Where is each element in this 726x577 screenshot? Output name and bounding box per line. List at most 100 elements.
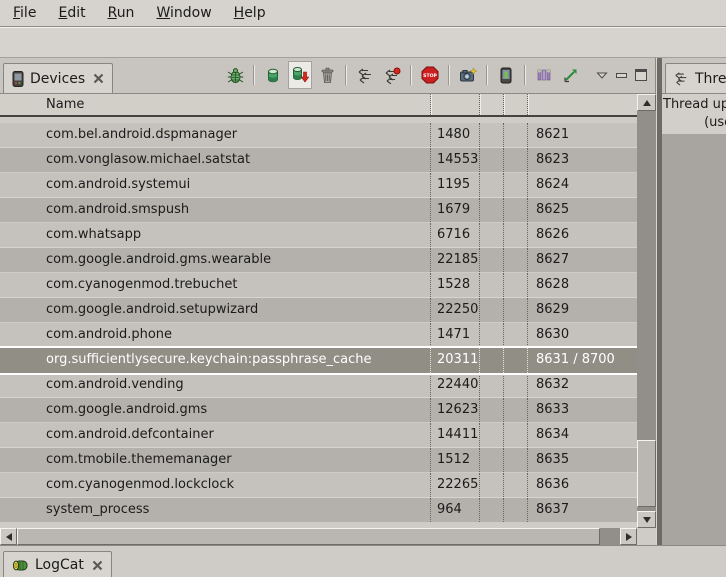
client-name-cell: com.vonglasow.michael.satstat bbox=[0, 148, 430, 172]
menu-help[interactable]: Help bbox=[223, 2, 277, 24]
client-port-cell: 8631 / 8700 bbox=[527, 348, 637, 373]
device-client-row[interactable]: com.android.smspush 1679 8625 bbox=[0, 198, 637, 223]
client-name-cell: com.google.android.gms.wearable bbox=[0, 248, 430, 272]
client-col4-cell bbox=[503, 148, 527, 172]
scroll-left-button[interactable] bbox=[0, 528, 17, 545]
device-client-row[interactable]: system_process 964 8637 bbox=[0, 498, 637, 523]
minimize-icon[interactable] bbox=[616, 73, 627, 78]
dump-hprof-icon[interactable] bbox=[288, 61, 312, 89]
threads-message-area: Thread updates not enabled for selected … bbox=[662, 94, 726, 134]
client-port-cell: 8633 bbox=[527, 398, 637, 422]
device-client-row[interactable]: com.cyanogenmod.trebuchet 1528 8628 bbox=[0, 273, 637, 298]
vertical-scroll-thumb[interactable] bbox=[637, 440, 656, 507]
horizontal-scrollbar[interactable] bbox=[0, 528, 637, 545]
client-col3-cell bbox=[479, 248, 503, 272]
device-client-row[interactable]: com.tmobile.thememanager 1512 8635 bbox=[0, 448, 637, 473]
scroll-right-button[interactable] bbox=[620, 528, 637, 545]
tab-threads-label: Threads bbox=[695, 71, 726, 87]
device-client-row[interactable]: com.android.systemui 1195 8624 bbox=[0, 173, 637, 198]
client-col4-cell bbox=[503, 398, 527, 422]
client-port-cell: 8637 bbox=[527, 498, 637, 522]
device-client-row[interactable]: com.android.defcontainer 14411 8634 bbox=[0, 423, 637, 448]
device-client-row[interactable]: com.whatsapp 6716 8626 bbox=[0, 223, 637, 248]
toolbar-separator bbox=[253, 65, 255, 85]
debug-process-icon[interactable] bbox=[223, 61, 247, 89]
stop-label: STOP bbox=[423, 73, 437, 79]
client-port-cell: 8630 bbox=[527, 323, 637, 347]
client-pid-cell: 22250 bbox=[430, 298, 479, 322]
client-col4-cell bbox=[503, 223, 527, 247]
tab-logcat[interactable]: LogCat bbox=[3, 551, 112, 577]
client-name-cell: com.android.systemui bbox=[0, 173, 430, 197]
client-port-cell: 8623 bbox=[527, 148, 637, 172]
client-pid-cell: 22440 bbox=[430, 373, 479, 397]
column-header-3[interactable] bbox=[479, 94, 503, 115]
toolbar-separator bbox=[486, 65, 488, 85]
update-heap-icon[interactable] bbox=[261, 61, 285, 89]
client-col4-cell bbox=[503, 373, 527, 397]
client-col4-cell bbox=[503, 173, 527, 197]
tab-threads[interactable]: Threads bbox=[665, 63, 726, 93]
client-pid-cell: 1512 bbox=[430, 448, 479, 472]
scroll-down-button[interactable] bbox=[637, 511, 656, 528]
column-header-4[interactable] bbox=[503, 94, 527, 115]
right-arrow-icon bbox=[626, 533, 632, 541]
menu-file[interactable]: File bbox=[2, 2, 47, 24]
device-client-row[interactable]: com.google.android.setupwizard 22250 862… bbox=[0, 298, 637, 323]
threads-panel: Threads Thread updates not enabled for s… bbox=[662, 58, 726, 545]
start-opengl-trace-icon[interactable] bbox=[559, 61, 583, 89]
client-name-cell: com.tmobile.thememanager bbox=[0, 448, 430, 472]
device-client-row[interactable]: com.vonglasow.michael.satstat 14553 8623 bbox=[0, 148, 637, 173]
client-name-cell: com.google.android.setupwizard bbox=[0, 298, 430, 322]
tab-devices[interactable]: Devices bbox=[3, 63, 113, 93]
device-client-row[interactable]: com.cyanogenmod.lockclock 22265 8636 bbox=[0, 473, 637, 498]
capture-systrace-icon[interactable] bbox=[532, 61, 556, 89]
device-client-row[interactable]: com.google.android.gms.wearable 22185 86… bbox=[0, 248, 637, 273]
client-col3-cell bbox=[479, 273, 503, 297]
column-header-pid[interactable] bbox=[430, 94, 479, 115]
client-port-cell: 8629 bbox=[527, 298, 637, 322]
menu-window[interactable]: Window bbox=[145, 2, 222, 24]
toolbar-separator bbox=[345, 65, 347, 85]
left-arrow-icon bbox=[6, 533, 12, 541]
close-icon[interactable] bbox=[92, 560, 103, 571]
menu-edit[interactable]: Edit bbox=[47, 2, 96, 24]
client-pid-cell: 14411 bbox=[430, 423, 479, 447]
maximize-icon[interactable] bbox=[635, 69, 647, 81]
start-method-profiling-icon[interactable] bbox=[380, 61, 404, 89]
column-header-port[interactable] bbox=[527, 94, 637, 115]
client-port-cell: 8636 bbox=[527, 473, 637, 497]
column-header-name[interactable]: Name bbox=[0, 94, 430, 115]
device-client-row[interactable]: com.bel.android.dspmanager 1480 8621 bbox=[0, 123, 637, 148]
client-pid-cell: 1195 bbox=[430, 173, 479, 197]
stop-process-icon[interactable]: STOP bbox=[418, 61, 442, 89]
client-pid-cell: 22265 bbox=[430, 473, 479, 497]
dump-view-hierarchy-icon[interactable] bbox=[494, 61, 518, 89]
toolbar-separator bbox=[410, 65, 412, 85]
menu-run[interactable]: Run bbox=[97, 2, 146, 24]
device-client-row[interactable]: com.google.android.gms 12623 8633 bbox=[0, 398, 637, 423]
toolbar-separator bbox=[524, 65, 526, 85]
client-pid-cell: 12623 bbox=[430, 398, 479, 422]
horizontal-scroll-thumb[interactable] bbox=[17, 528, 600, 545]
cause-gc-icon[interactable] bbox=[315, 61, 339, 89]
view-menu-icon[interactable] bbox=[596, 71, 608, 80]
threads-message-line2: (use toolbar button to enable) bbox=[663, 114, 726, 132]
close-icon[interactable] bbox=[93, 73, 104, 84]
device-client-row[interactable]: com.android.vending 22440 8632 bbox=[0, 373, 637, 398]
scroll-up-button[interactable] bbox=[637, 94, 656, 111]
client-col3-cell bbox=[479, 373, 503, 397]
client-pid-cell: 1679 bbox=[430, 198, 479, 222]
client-pid-cell: 964 bbox=[430, 498, 479, 522]
client-col4-cell bbox=[503, 248, 527, 272]
devices-table: Name com.bel.android.dspmanager 1480 862… bbox=[0, 94, 656, 545]
client-name-cell: com.android.defcontainer bbox=[0, 423, 430, 447]
vertical-scrollbar[interactable] bbox=[637, 94, 656, 528]
client-col4-cell bbox=[503, 323, 527, 347]
devices-tabbar: Devices bbox=[0, 58, 655, 94]
update-threads-icon[interactable] bbox=[353, 61, 377, 89]
client-col3-cell bbox=[479, 323, 503, 347]
device-client-row[interactable]: org.sufficientlysecure.keychain:passphra… bbox=[0, 348, 637, 373]
screen-capture-icon[interactable] bbox=[456, 61, 480, 89]
device-client-row[interactable]: com.android.phone 1471 8630 bbox=[0, 323, 637, 348]
